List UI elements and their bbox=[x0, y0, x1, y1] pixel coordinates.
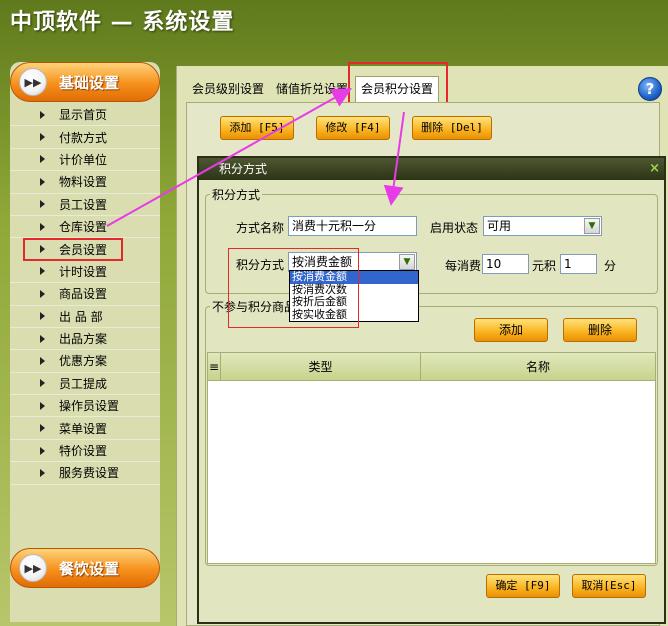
tab-member-level[interactable]: 会员级别设置 bbox=[187, 76, 269, 102]
forward-circle-icon: ▶▶ bbox=[19, 554, 47, 582]
sidebar-item-label: 优惠方案 bbox=[59, 354, 108, 369]
sidebar-item-operator[interactable]: 操作员设置 bbox=[10, 395, 160, 418]
sidebar-item-label: 出 品 部 bbox=[59, 309, 103, 324]
app-title: 中顶软件 — 系统设置 bbox=[10, 10, 235, 35]
sidebar-item-label: 计价单位 bbox=[59, 152, 108, 167]
sidebar-header-label: 基础设置 bbox=[59, 73, 120, 92]
chevron-down-icon[interactable]: ▼ bbox=[399, 254, 415, 270]
ok-button[interactable]: 确定 [F9] bbox=[486, 574, 560, 598]
sidebar-item-warehouse[interactable]: 仓库设置 bbox=[10, 216, 160, 239]
per-spend-input[interactable]: 10 bbox=[482, 254, 529, 274]
yuan-points-label: 元积 bbox=[532, 259, 557, 273]
triangle-right-icon bbox=[40, 110, 45, 119]
method-name-input[interactable]: 消费十元积一分 bbox=[288, 216, 417, 236]
fen-label: 分 bbox=[604, 259, 617, 273]
grid-column-name[interactable]: 名称 bbox=[420, 353, 655, 381]
sidebar-item-material[interactable]: 物料设置 bbox=[10, 171, 160, 194]
sidebar-item-output-dept[interactable]: 出 品 部 bbox=[10, 306, 160, 328]
sidebar-item-goods[interactable]: 商品设置 bbox=[10, 283, 160, 306]
method-name-label: 方式名称 bbox=[236, 221, 285, 235]
sidebar-item-staff[interactable]: 员工设置 bbox=[10, 194, 160, 216]
excluded-goods-grid: ≡ 类型 名称 bbox=[207, 352, 656, 564]
triangle-right-icon bbox=[40, 446, 45, 455]
sidebar-item-commission[interactable]: 员工提成 bbox=[10, 373, 160, 396]
tab-stored-value[interactable]: 储值折兑设置 bbox=[271, 76, 353, 102]
chevron-down-icon[interactable]: ▼ bbox=[584, 218, 600, 234]
sidebar-item-timing[interactable]: 计时设置 bbox=[10, 261, 160, 284]
help-icon[interactable]: ? bbox=[638, 77, 662, 101]
enable-status-label: 启用状态 bbox=[430, 221, 479, 235]
points-input[interactable]: 1 bbox=[560, 254, 597, 274]
enable-status-select[interactable]: 可用 ▼ bbox=[483, 216, 602, 236]
excluded-delete-button[interactable]: 删除 bbox=[563, 318, 637, 342]
sidebar-item-label: 付款方式 bbox=[59, 130, 108, 145]
sidebar-item-label: 显示首页 bbox=[59, 108, 108, 123]
sidebar-item-label: 商品设置 bbox=[59, 287, 108, 302]
triangle-right-icon bbox=[40, 424, 45, 433]
sidebar-header-label: 餐饮设置 bbox=[59, 559, 120, 578]
triangle-right-icon bbox=[40, 177, 45, 186]
triangle-right-icon bbox=[40, 468, 45, 477]
triangle-right-icon bbox=[40, 356, 45, 365]
per-spend-label: 每消费 bbox=[445, 259, 482, 273]
sidebar-item-label: 出品方案 bbox=[59, 332, 108, 347]
excluded-add-button[interactable]: 添加 bbox=[474, 318, 548, 342]
forward-circle-icon: ▶▶ bbox=[19, 68, 47, 96]
sidebar-item-member[interactable]: 会员设置 bbox=[23, 238, 123, 261]
sidebar-item-unit[interactable]: 计价单位 bbox=[10, 149, 160, 172]
grid-row-indicator-icon: ≡ bbox=[208, 360, 220, 374]
sidebar-item-label: 员工提成 bbox=[59, 376, 108, 391]
grid-header: ≡ 类型 名称 bbox=[208, 353, 655, 381]
triangle-right-icon bbox=[40, 379, 45, 388]
sidebar-item-payment[interactable]: 付款方式 bbox=[10, 126, 160, 149]
sidebar-item-discount-plan[interactable]: 优惠方案 bbox=[10, 350, 160, 373]
triangle-right-icon bbox=[40, 267, 45, 276]
sidebar-item-label: 会员设置 bbox=[59, 242, 108, 257]
sidebar-item-output-plan[interactable]: 出品方案 bbox=[10, 328, 160, 351]
triangle-right-icon bbox=[40, 312, 45, 321]
close-icon[interactable]: × bbox=[649, 160, 660, 178]
annotation-box-dropdown bbox=[228, 248, 359, 328]
delete-button[interactable]: 删除 [Del] bbox=[412, 116, 492, 140]
enable-status-value: 可用 bbox=[487, 219, 512, 233]
sidebar-item-label: 服务费设置 bbox=[59, 466, 120, 481]
sidebar: ▶▶ 基础设置 显示首页 付款方式 计价单位 物料设置 员工设置 仓库设置 会员… bbox=[10, 62, 160, 622]
sidebar-item-label: 菜单设置 bbox=[59, 421, 108, 436]
group-title: 积分方式 bbox=[212, 188, 261, 202]
triangle-right-icon bbox=[40, 289, 45, 298]
sidebar-item-label: 员工设置 bbox=[59, 197, 108, 212]
sidebar-item-label: 操作员设置 bbox=[59, 399, 120, 414]
triangle-right-icon bbox=[40, 334, 45, 343]
sidebar-item-label: 计时设置 bbox=[59, 264, 108, 279]
triangle-right-icon bbox=[40, 155, 45, 164]
sidebar-list: 显示首页 付款方式 计价单位 物料设置 员工设置 仓库设置 会员设置 计时设置 … bbox=[10, 104, 160, 485]
sidebar-header-basic-settings[interactable]: ▶▶ 基础设置 bbox=[10, 62, 160, 102]
dialog-title: 积分方式 bbox=[199, 158, 664, 180]
sidebar-item-home[interactable]: 显示首页 bbox=[10, 104, 160, 127]
triangle-right-icon bbox=[40, 222, 45, 231]
cancel-button[interactable]: 取消[Esc] bbox=[572, 574, 646, 598]
sidebar-header-catering-settings[interactable]: ▶▶ 餐饮设置 bbox=[10, 548, 160, 588]
sidebar-item-service-fee[interactable]: 服务费设置 bbox=[10, 462, 160, 485]
sidebar-item-special-price[interactable]: 特价设置 bbox=[10, 440, 160, 463]
triangle-right-icon bbox=[40, 245, 45, 254]
sidebar-item-label: 特价设置 bbox=[59, 444, 108, 459]
edit-button[interactable]: 修改 [F4] bbox=[316, 116, 390, 140]
triangle-right-icon bbox=[40, 133, 45, 142]
sidebar-item-label: 物料设置 bbox=[59, 175, 108, 190]
triangle-right-icon bbox=[40, 401, 45, 410]
add-button[interactable]: 添加 [F5] bbox=[220, 116, 294, 140]
triangle-right-icon bbox=[40, 200, 45, 209]
sidebar-item-menu[interactable]: 菜单设置 bbox=[10, 417, 160, 440]
sidebar-item-label: 仓库设置 bbox=[59, 220, 108, 235]
grid-column-type[interactable]: 类型 bbox=[220, 353, 420, 381]
